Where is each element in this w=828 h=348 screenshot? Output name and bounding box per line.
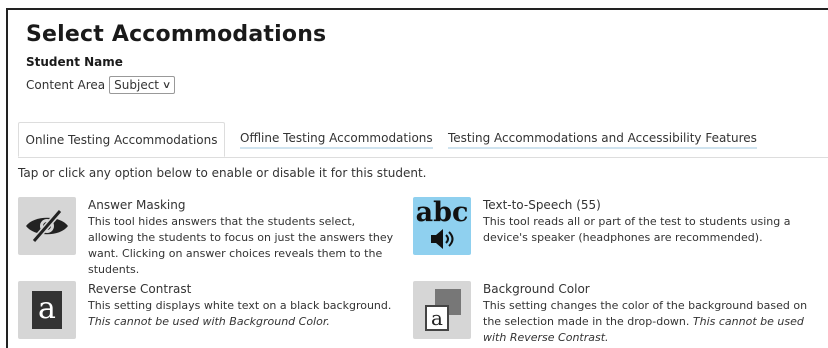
content-area-label: Content Area	[26, 78, 106, 92]
page-title: Select Accommodations	[26, 22, 327, 47]
background-color-icon: a	[413, 281, 471, 339]
tab-accessibility-features[interactable]: Testing Accommodations and Accessibility…	[448, 122, 757, 157]
tab-label: Online Testing Accommodations	[25, 132, 218, 147]
instructions-text: Tap or click any option below to enable …	[18, 166, 427, 180]
reverse-contrast-icon: a	[18, 281, 76, 339]
tab-label: Offline Testing Accommodations	[240, 131, 433, 149]
accommodation-description: This tool reads all or part of the test …	[483, 215, 791, 244]
eye-slash-icon	[18, 197, 76, 255]
content-area-value: Subject	[114, 78, 160, 92]
accommodation-background-color[interactable]: a Background Color This setting changes …	[413, 281, 813, 346]
accommodation-description: This tool hides answers that the student…	[88, 215, 394, 276]
speaker-icon	[431, 229, 454, 249]
background-color-glyph: a	[425, 305, 449, 331]
accommodation-name: Reverse Contrast	[88, 282, 192, 296]
accommodation-name: Text-to-Speech (55)	[483, 198, 601, 212]
student-name: Student Name	[26, 55, 123, 69]
content-area-select[interactable]: Subject ∨	[109, 76, 176, 94]
accommodation-name: Answer Masking	[88, 198, 186, 212]
chevron-down-icon: ∨	[161, 79, 172, 91]
accommodation-note: This cannot be used with Background Colo…	[88, 315, 330, 328]
tab-offline-testing[interactable]: Offline Testing Accommodations	[240, 122, 433, 157]
accommodation-description: This setting displays white text on a bl…	[88, 299, 392, 312]
tab-label: Testing Accommodations and Accessibility…	[448, 131, 757, 149]
accommodation-text-to-speech[interactable]: abc Text-to-Speech (55) This tool reads …	[413, 197, 813, 255]
content-area-row: Content Area Subject ∨	[26, 76, 176, 94]
tab-online-testing[interactable]: Online Testing Accommodations	[18, 122, 225, 157]
tab-bar: Online Testing Accommodations Offline Te…	[18, 122, 828, 158]
accommodation-name: Background Color	[483, 282, 590, 296]
text-to-speech-icon: abc	[413, 197, 471, 255]
accommodation-answer-masking[interactable]: Answer Masking This tool hides answers t…	[18, 197, 398, 278]
reverse-contrast-glyph: a	[32, 291, 62, 329]
accommodation-reverse-contrast[interactable]: a Reverse Contrast This setting displays…	[18, 281, 398, 339]
